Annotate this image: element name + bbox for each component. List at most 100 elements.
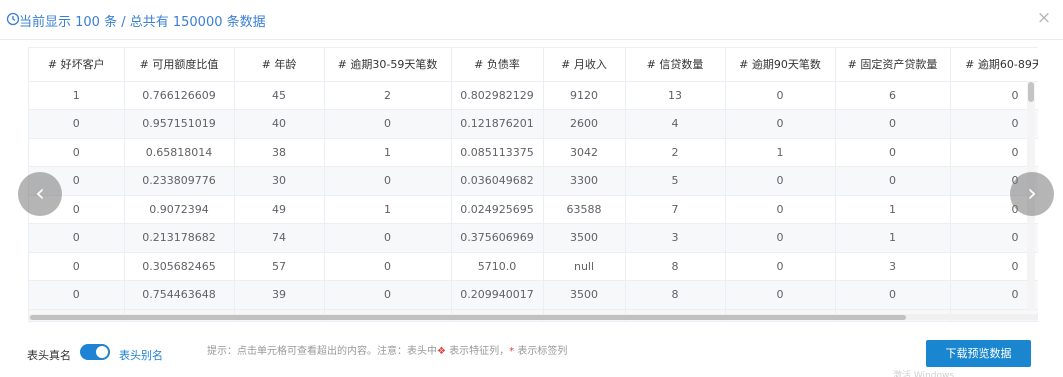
table-cell[interactable]: 1 (29, 81, 125, 110)
table-cell[interactable]: 0 (950, 81, 1038, 110)
table-cell[interactable]: 2 (324, 81, 452, 110)
table-cell[interactable]: 0 (950, 252, 1038, 281)
table-cell[interactable]: 0 (725, 195, 836, 224)
table-cell[interactable]: 0.085113375 (451, 138, 544, 167)
table-cell[interactable]: 39 (234, 280, 325, 310)
table-cell[interactable]: 3042 (543, 138, 626, 167)
table-cell[interactable]: 13 (625, 81, 726, 110)
table-cell[interactable]: 0 (950, 223, 1038, 253)
table-cell[interactable]: 0 (725, 166, 836, 196)
table-cell[interactable]: 6 (835, 81, 951, 110)
table-cell[interactable]: 0 (725, 252, 836, 281)
table-cell[interactable]: 3 (835, 252, 951, 281)
table-cell[interactable]: 1 (324, 195, 452, 224)
table-cell[interactable]: 1 (835, 195, 951, 224)
column-header[interactable]: # 逾期30-59天笔数 (324, 48, 452, 82)
table-cell[interactable]: 4 (625, 109, 726, 139)
table-cell[interactable]: 0.036049682 (451, 166, 544, 196)
table-cell[interactable]: 0 (725, 280, 836, 310)
table-cell[interactable]: 0 (725, 81, 836, 110)
table-cell[interactable]: 0 (835, 166, 951, 196)
table-cell[interactable]: 0 (29, 252, 125, 281)
column-header[interactable]: # 年龄 (234, 48, 325, 82)
column-header[interactable]: # 可用额度比值 (124, 48, 235, 82)
table-row[interactable]: 0 0.754463648 39 0 0.209940017 3500 8 0 0 0 (29, 280, 1038, 310)
table-row[interactable]: 0 0.9072394 49 1 0.024925695 63588 7 0 1 0 (29, 195, 1038, 224)
table-cell[interactable]: 0.9072394 (124, 195, 235, 224)
table-cell[interactable]: 0 (324, 223, 452, 253)
table-cell[interactable]: 0 (29, 138, 125, 167)
table-cell[interactable]: 0.65818014 (124, 138, 235, 167)
close-icon[interactable]: × (1035, 9, 1053, 27)
table-cell[interactable]: 3500 (543, 280, 626, 310)
table-cell[interactable]: 0 (324, 280, 452, 310)
column-header[interactable]: # 逾期60-89天笔数 (950, 48, 1038, 82)
table-cell[interactable]: 2600 (543, 109, 626, 139)
table-row[interactable]: 1 0.766126609 45 2 0.802982129 9120 13 0 6 0 (29, 81, 1038, 110)
table-cell[interactable]: 0.802982129 (451, 81, 544, 110)
table-row[interactable]: 0 0.65818014 38 1 0.085113375 3042 2 1 0 0 (29, 138, 1038, 167)
column-header[interactable]: # 好坏客户 (29, 48, 125, 82)
download-preview-button[interactable]: 下载预览数据 (926, 340, 1031, 367)
table-cell[interactable]: 0 (950, 109, 1038, 139)
table-cell[interactable]: 0 (725, 109, 836, 139)
column-header[interactable]: # 固定资产贷款量 (835, 48, 951, 82)
table-row[interactable]: 0 0.213178682 74 0 0.375606969 3500 3 0 1 0 (29, 223, 1038, 253)
table-cell[interactable]: 0 (324, 166, 452, 196)
table-cell[interactable]: 3 (625, 223, 726, 253)
column-header[interactable]: # 逾期90天笔数 (725, 48, 836, 82)
header-name-toggle[interactable] (80, 344, 110, 360)
table-cell[interactable]: 74 (234, 223, 325, 253)
table-cell[interactable]: 0.754463648 (124, 280, 235, 310)
table-cell[interactable]: 38 (234, 138, 325, 167)
table-cell[interactable]: 0.233809776 (124, 166, 235, 196)
table-cell[interactable]: 0 (950, 280, 1038, 310)
table-cell[interactable]: 5710.0 (451, 252, 544, 281)
table-cell[interactable]: 1 (725, 138, 836, 167)
column-header[interactable]: # 月收入 (543, 48, 626, 82)
table-cell[interactable]: 0.766126609 (124, 81, 235, 110)
table-cell[interactable]: 3500 (543, 223, 626, 253)
horizontal-scrollbar-thumb[interactable] (30, 315, 906, 320)
table-cell[interactable]: 7 (625, 195, 726, 224)
table-cell[interactable]: 30 (234, 166, 325, 196)
table-cell[interactable]: 49 (234, 195, 325, 224)
table-cell[interactable]: 0.024925695 (451, 195, 544, 224)
table-cell[interactable]: 0 (835, 109, 951, 139)
column-header[interactable]: # 信贷数量 (625, 48, 726, 82)
table-cell[interactable]: 0 (950, 138, 1038, 167)
vertical-scrollbar-thumb[interactable] (1028, 82, 1034, 102)
table-cell[interactable]: 57 (234, 252, 325, 281)
table-cell[interactable]: 0 (29, 109, 125, 139)
table-cell[interactable]: 8 (625, 252, 726, 281)
table-cell[interactable]: 40 (234, 109, 325, 139)
table-cell[interactable]: 0 (324, 252, 452, 281)
table-cell[interactable]: 0 (835, 280, 951, 310)
table-cell[interactable]: 45 (234, 81, 325, 110)
table-cell[interactable]: 5 (625, 166, 726, 196)
table-cell[interactable]: 0.375606969 (451, 223, 544, 253)
table-cell[interactable]: 1 (835, 223, 951, 253)
column-header[interactable]: # 负债率 (451, 48, 544, 82)
table-cell[interactable]: 3300 (543, 166, 626, 196)
table-row[interactable]: 00.2338097763000.03604968233005000 (29, 166, 1038, 196)
table-cell[interactable]: 2 (625, 138, 726, 167)
table-cell[interactable]: 63588 (543, 195, 626, 224)
table-cell[interactable]: null (543, 252, 626, 281)
table-cell[interactable]: 0.957151019 (124, 109, 235, 139)
next-arrow-icon[interactable]: › (1010, 172, 1054, 216)
table-cell[interactable]: 0.213178682 (124, 223, 235, 253)
table-cell[interactable]: 1 (324, 138, 452, 167)
table-cell[interactable]: 0 (324, 109, 452, 139)
table-cell[interactable]: 0 (835, 138, 951, 167)
table-cell[interactable]: 0.121876201 (451, 109, 544, 139)
table-cell[interactable]: 0.305682465 (124, 252, 235, 281)
table-cell[interactable]: 0 (29, 223, 125, 253)
table-cell[interactable]: 8 (625, 280, 726, 310)
table-cell[interactable]: 0 (29, 280, 125, 310)
table-row[interactable]: 0 0.305682465 57 0 5710.0 null 8 0 3 0 (29, 252, 1038, 281)
table-cell[interactable]: 0.209940017 (451, 280, 544, 310)
table-row[interactable]: 0 0.957151019 40 0 0.121876201 2600 4 0 0 0 (29, 109, 1038, 139)
previous-arrow-icon[interactable]: ‹ (18, 172, 62, 216)
table-cell[interactable]: 0 (725, 223, 836, 253)
